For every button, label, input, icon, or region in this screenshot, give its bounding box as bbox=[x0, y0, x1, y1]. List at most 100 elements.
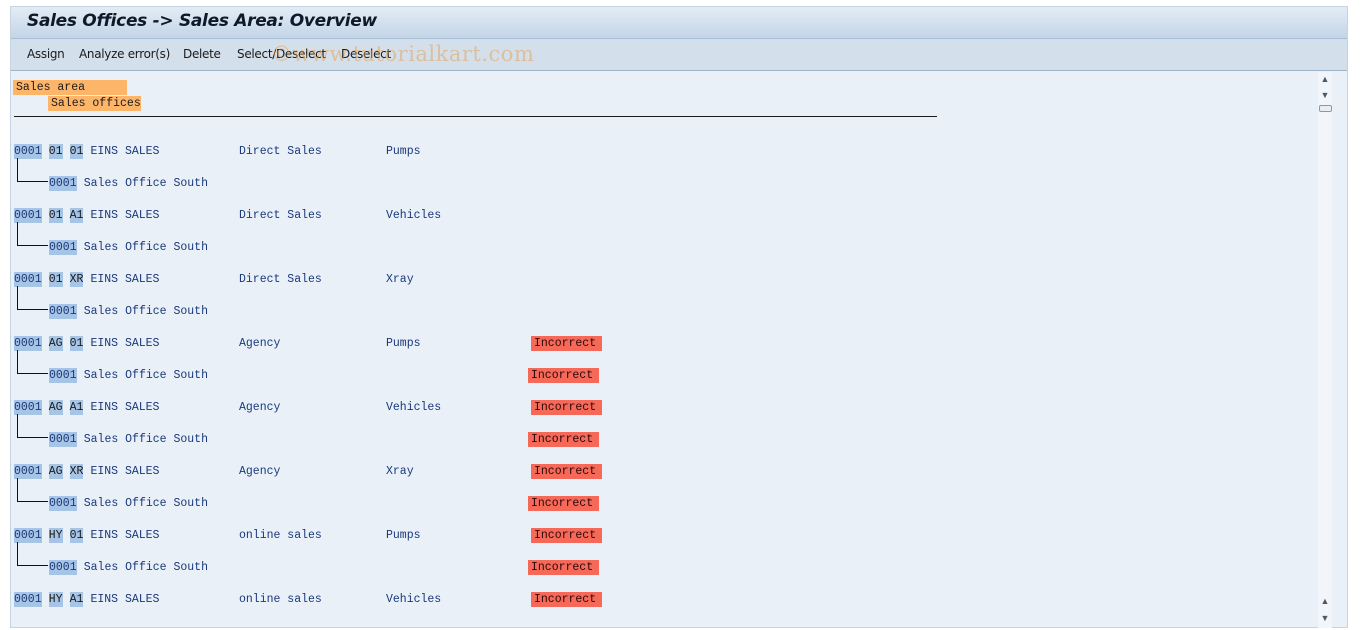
sap-window: Sales Offices -> Sales Area: Overview As… bbox=[10, 6, 1348, 628]
sales-office-row[interactable]: 0001 Sales Office South bbox=[49, 176, 649, 191]
scroll-up-icon[interactable]: ▲ bbox=[1318, 72, 1332, 86]
division-name: Xray bbox=[386, 465, 414, 478]
sales-office-key[interactable]: 0001 bbox=[49, 560, 77, 575]
window-title: Sales Offices -> Sales Area: Overview bbox=[27, 11, 377, 31]
sales-office-key[interactable]: 0001 bbox=[49, 240, 77, 255]
sales-org-name: EINS SALES bbox=[90, 209, 160, 222]
sales-office-name: Sales Office South bbox=[83, 561, 208, 574]
status-badge: Incorrect bbox=[528, 368, 599, 383]
sales-org-name: EINS SALES bbox=[90, 145, 160, 158]
division-key[interactable]: 01 bbox=[69, 528, 84, 543]
division-key[interactable]: A1 bbox=[69, 208, 84, 223]
sales-office-key[interactable]: 0001 bbox=[49, 368, 77, 383]
sales-office-name: Sales Office South bbox=[83, 369, 208, 382]
delete-button[interactable]: Delete bbox=[183, 47, 221, 61]
dist-channel-key[interactable]: 01 bbox=[48, 272, 63, 287]
status-badge: Incorrect bbox=[531, 592, 602, 607]
status-badge: Incorrect bbox=[528, 432, 599, 447]
sales-org-key[interactable]: 0001 bbox=[14, 336, 42, 351]
sales-office-name: Sales Office South bbox=[83, 433, 208, 446]
tree-connector bbox=[17, 158, 48, 182]
dist-channel-key[interactable]: HY bbox=[48, 592, 63, 607]
sales-office-key[interactable]: 0001 bbox=[49, 496, 77, 511]
sales-office-row[interactable]: 0001 Sales Office South Incorrect bbox=[49, 560, 649, 575]
status-badge: Incorrect bbox=[528, 496, 599, 511]
sales-office-name: Sales Office South bbox=[83, 241, 208, 254]
scrollbar-thumb[interactable] bbox=[1319, 105, 1332, 112]
sales-org-name: EINS SALES bbox=[90, 273, 160, 286]
tree-connector bbox=[17, 414, 48, 438]
dist-channel-key[interactable]: 01 bbox=[48, 144, 63, 159]
division-key[interactable]: A1 bbox=[69, 400, 84, 415]
channel-name: Agency bbox=[239, 401, 281, 414]
sales-org-name: EINS SALES bbox=[90, 593, 160, 606]
sales-office-name: Sales Office South bbox=[83, 497, 208, 510]
channel-name: Direct Sales bbox=[239, 209, 322, 222]
sales-office-row[interactable]: 0001 Sales Office South Incorrect bbox=[49, 496, 649, 511]
channel-name: online sales bbox=[239, 529, 322, 542]
dist-channel-key[interactable]: HY bbox=[48, 528, 63, 543]
deselect-button[interactable]: Deselect bbox=[341, 47, 391, 61]
sales-area-row[interactable]: 0001 HY 01 EINS SALES online sales Pumps Incor… bbox=[14, 528, 614, 543]
legend-sales-area: Sales area bbox=[13, 80, 127, 95]
sales-org-key[interactable]: 0001 bbox=[14, 528, 42, 543]
sales-org-key[interactable]: 0001 bbox=[14, 144, 42, 159]
sales-org-key[interactable]: 0001 bbox=[14, 272, 42, 287]
status-badge: Incorrect bbox=[531, 336, 602, 351]
division-key[interactable]: A1 bbox=[69, 592, 84, 607]
sales-office-row[interactable]: 0001 Sales Office South Incorrect bbox=[49, 368, 649, 383]
analyze-errors-button[interactable]: Analyze error(s) bbox=[79, 47, 170, 61]
channel-name: online sales bbox=[239, 593, 322, 606]
sales-office-name: Sales Office South bbox=[83, 305, 208, 318]
sales-office-key[interactable]: 0001 bbox=[49, 432, 77, 447]
tree-connector bbox=[17, 478, 48, 502]
sales-area-row[interactable]: 0001 01 A1 EINS SALES Direct Sales Vehicles bbox=[14, 208, 614, 223]
sales-area-row[interactable]: 0001 HY A1 EINS SALES online sales Vehicles In… bbox=[14, 592, 614, 607]
sales-office-row[interactable]: 0001 Sales Office South bbox=[49, 240, 649, 255]
legend-sales-offices: Sales offices bbox=[48, 96, 141, 111]
sales-office-row[interactable]: 0001 Sales Office South Incorrect bbox=[49, 432, 649, 447]
sales-area-row[interactable]: 0001 AG 01 EINS SALES Agency Pumps Incorrect bbox=[14, 336, 614, 351]
sales-area-row[interactable]: 0001 AG A1 EINS SALES Agency Vehicles Incorrec… bbox=[14, 400, 614, 415]
sales-area-row[interactable]: 0001 AG XR EINS SALES Agency Xray Incorrect bbox=[14, 464, 614, 479]
vertical-scrollbar[interactable]: ▲ ▼ ▲ ▼ bbox=[1318, 72, 1332, 628]
division-key[interactable]: XR bbox=[69, 464, 84, 479]
hierarchy-list: Sales area Sales offices 0001 01 01 EINS SA… bbox=[11, 71, 1331, 627]
scroll-up-bottom-icon[interactable]: ▲ bbox=[1318, 594, 1332, 608]
division-key[interactable]: XR bbox=[69, 272, 84, 287]
status-badge: Incorrect bbox=[531, 400, 602, 415]
division-name: Pumps bbox=[386, 529, 421, 542]
tree-connector bbox=[17, 542, 48, 566]
sales-org-key[interactable]: 0001 bbox=[14, 592, 42, 607]
division-key[interactable]: 01 bbox=[69, 336, 84, 351]
channel-name: Agency bbox=[239, 465, 281, 478]
division-name: Vehicles bbox=[386, 401, 442, 414]
tree-connector bbox=[17, 350, 48, 374]
channel-name: Agency bbox=[239, 337, 281, 350]
scroll-down-icon[interactable]: ▼ bbox=[1318, 88, 1332, 102]
division-name: Vehicles bbox=[386, 209, 442, 222]
division-key[interactable]: 01 bbox=[69, 144, 84, 159]
sales-office-row[interactable]: 0001 Sales Office South bbox=[49, 304, 649, 319]
sales-org-key[interactable]: 0001 bbox=[14, 400, 42, 415]
select-deselect-button[interactable]: Select/Deselect bbox=[237, 47, 326, 61]
sales-org-name: EINS SALES bbox=[90, 401, 160, 414]
scroll-down-bottom-icon[interactable]: ▼ bbox=[1318, 611, 1332, 625]
channel-name: Direct Sales bbox=[239, 273, 322, 286]
sales-area-row[interactable]: 0001 01 XR EINS SALES Direct Sales Xray bbox=[14, 272, 614, 287]
tree-connector bbox=[17, 286, 48, 310]
sales-org-key[interactable]: 0001 bbox=[14, 464, 42, 479]
dist-channel-key[interactable]: 01 bbox=[48, 208, 63, 223]
sales-org-key[interactable]: 0001 bbox=[14, 208, 42, 223]
dist-channel-key[interactable]: AG bbox=[48, 464, 63, 479]
assign-button[interactable]: Assign bbox=[27, 47, 65, 61]
sales-org-name: EINS SALES bbox=[90, 337, 160, 350]
dist-channel-key[interactable]: AG bbox=[48, 336, 63, 351]
sales-office-key[interactable]: 0001 bbox=[49, 304, 77, 319]
sales-area-row[interactable]: 0001 01 01 EINS SALES Direct Sales Pumps bbox=[14, 144, 614, 159]
sales-org-name: EINS SALES bbox=[90, 465, 160, 478]
division-name: Pumps bbox=[386, 337, 421, 350]
status-badge: Incorrect bbox=[531, 464, 602, 479]
sales-office-key[interactable]: 0001 bbox=[49, 176, 77, 191]
dist-channel-key[interactable]: AG bbox=[48, 400, 63, 415]
